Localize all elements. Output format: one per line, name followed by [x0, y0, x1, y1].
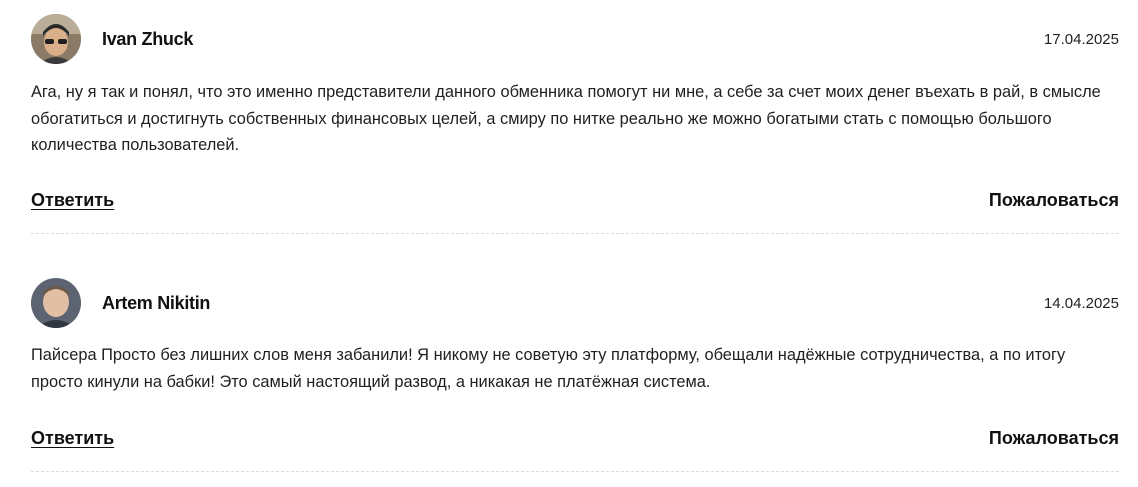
comment-date: 17.04.2025 — [1043, 31, 1119, 48]
report-link[interactable]: Пожаловаться — [989, 428, 1119, 449]
comment-text: Ага, ну я так и понял, что это именно пр… — [31, 83, 1101, 154]
avatar-photo-icon — [31, 278, 81, 328]
comment-author: Ivan Zhuck — [102, 29, 194, 49]
comment-date: 14.04.2025 — [1043, 295, 1119, 312]
divider — [31, 471, 1119, 472]
report-link[interactable]: Пожаловаться — [989, 190, 1119, 211]
reply-link[interactable]: Ответить — [31, 428, 114, 449]
comment-header: Artem Nikitin 14.04.2025 — [31, 278, 1119, 330]
avatar — [31, 278, 81, 328]
comment-text: Пайсера Просто без лишних слов меня заба… — [31, 346, 1066, 391]
comment-actions: Ответить Пожаловаться — [31, 190, 1119, 214]
comment-actions: Ответить Пожаловаться — [31, 428, 1119, 452]
divider — [31, 233, 1119, 234]
comment: Artem Nikitin 14.04.2025 Пайсера Просто … — [31, 278, 1119, 472]
comment-author: Artem Nikitin — [102, 293, 211, 313]
comment: Ivan Zhuck 17.04.2025 Ага, ну я так и по… — [31, 14, 1119, 234]
comment-header: Ivan Zhuck 17.04.2025 — [31, 14, 1119, 66]
avatar — [31, 14, 81, 64]
avatar-photo-icon — [31, 14, 81, 64]
reply-link[interactable]: Ответить — [31, 190, 114, 211]
